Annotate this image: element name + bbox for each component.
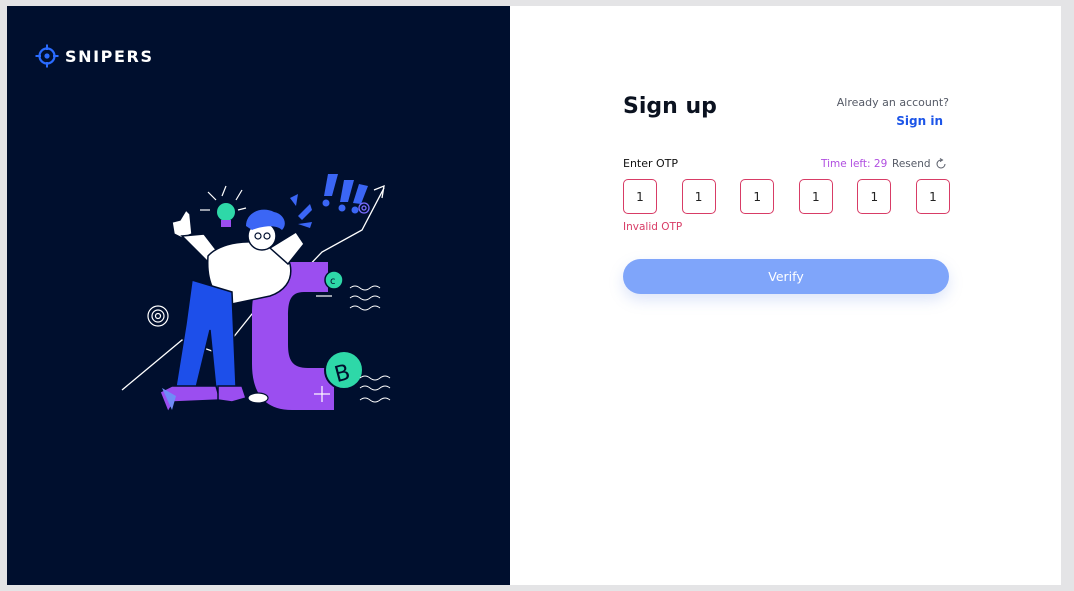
illustration: c B bbox=[121, 174, 391, 414]
otp-digit-4[interactable] bbox=[798, 179, 833, 214]
otp-digit-6[interactable] bbox=[915, 179, 950, 214]
brand-name: SNIPERS bbox=[65, 46, 154, 66]
page-title: Sign up bbox=[623, 94, 717, 119]
brand-logo[interactable]: SNIPERS bbox=[35, 44, 154, 68]
already-account-text: Already an account? bbox=[836, 96, 949, 109]
svg-text:c: c bbox=[330, 276, 336, 287]
otp-error-message: Invalid OTP bbox=[623, 221, 683, 233]
signin-link[interactable]: Sign in bbox=[896, 114, 943, 128]
otp-inputs bbox=[623, 179, 950, 214]
time-left: Time left: 29 bbox=[821, 158, 888, 170]
crosshair-icon bbox=[35, 44, 59, 68]
resend-button[interactable]: Resend bbox=[892, 158, 947, 170]
otp-digit-1[interactable] bbox=[623, 179, 657, 214]
signup-panel: Sign up Already an account? Sign in Ente… bbox=[510, 6, 1061, 585]
otp-label: Enter OTP bbox=[623, 157, 679, 170]
otp-digit-2[interactable] bbox=[681, 179, 716, 214]
brand-panel: SNIPERS c B bbox=[7, 6, 510, 585]
verify-button[interactable]: Verify bbox=[623, 259, 949, 294]
otp-digit-3[interactable] bbox=[740, 179, 775, 214]
otp-digit-5[interactable] bbox=[857, 179, 892, 214]
resend-label: Resend bbox=[892, 158, 931, 170]
refresh-icon bbox=[936, 158, 946, 169]
